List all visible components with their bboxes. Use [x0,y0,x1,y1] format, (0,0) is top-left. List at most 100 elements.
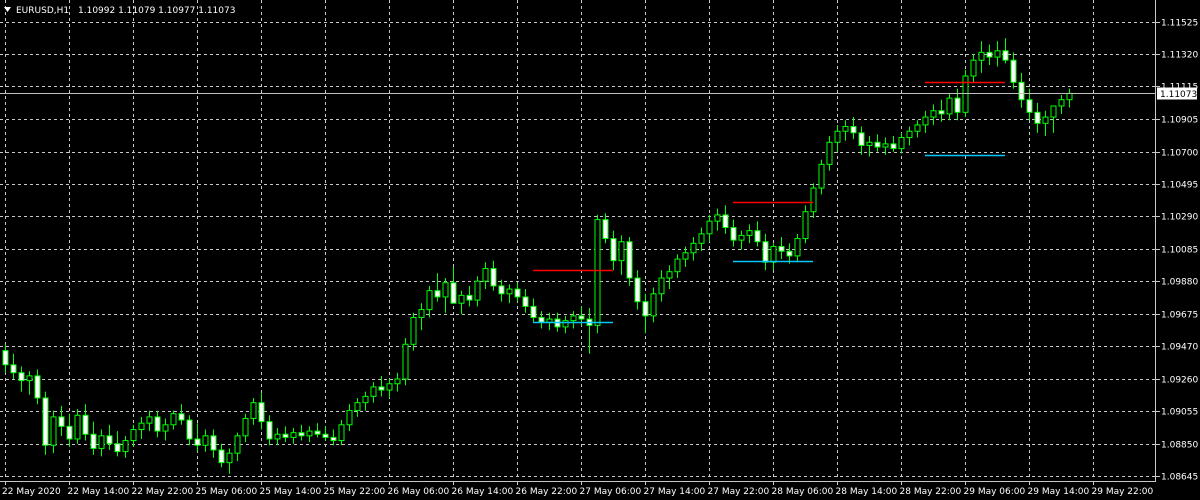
candle-body-bull [946,97,953,115]
candle-body-bear [522,296,529,307]
price-tick-label: 1.11320 [1161,51,1198,61]
candle-body-bear [642,301,649,317]
time-tick-label: 25 May 06:00 [196,487,258,497]
candle-body-bull [226,452,233,464]
time-tick-label: 29 May 06:00 [964,487,1026,497]
candle-body-bear [194,438,201,446]
time-tick-label: 29 May 14:00 [1028,487,1090,497]
candle-body-bull [866,141,873,146]
candle-body-bull [242,417,249,437]
candle-body-bear [578,315,585,320]
candle-body-bull [962,75,969,113]
candle-body-bull [834,130,841,143]
candle-body-bull [562,320,569,328]
candle-body-bull [250,402,257,419]
time-tick-label: 28 May 22:00 [900,487,962,497]
candle-body-bear [66,425,73,440]
candle-body-bear [954,97,961,113]
candle-body-bull [922,116,929,126]
current-price-label: 1.11073 [1160,90,1197,100]
candle-body-bear [434,290,441,298]
time-tick-label: 26 May 22:00 [516,487,578,497]
candle-body-bull [698,233,705,244]
candle-body-bear [538,316,545,323]
candle-body-bear [498,285,505,295]
candle-body-bear [858,132,865,146]
candle-body-bull [826,141,833,165]
candle-body-bear [1026,99,1033,113]
candle-body-bull [482,268,489,282]
candle-body-bull [138,422,145,431]
candle-body-bear [762,241,769,263]
candle-body-bear [106,435,113,445]
candle-body-bear [450,282,457,304]
price-chart[interactable]: 1.115251.113201.111151.109051.107001.104… [0,0,1200,500]
candle-body-bear [602,219,609,240]
price-tick-label: 1.09470 [1161,343,1198,353]
candle-body-bull [162,424,169,432]
time-tick-label: 27 May 14:00 [644,487,706,497]
candle-body-bull [802,211,809,240]
candle-body-bear [322,433,329,438]
candle-body-bull [346,410,353,426]
candle-body-bear [786,250,793,257]
candle-body-bear [514,288,521,298]
candle-body-bull [690,242,697,254]
candle-body-bull [370,386,377,397]
candle-body-bull [898,137,905,150]
candle-body-bull [442,282,449,298]
price-tick-label: 1.08850 [1161,441,1198,451]
candle-body-bear [378,386,385,391]
time-tick-label: 22 May 2020 [2,487,61,497]
candle-body-bull [842,126,849,132]
candle [402,337,409,386]
candle-body-bull [618,241,625,262]
price-tick-label: 1.09055 [1161,408,1198,418]
candle-body-bull [234,435,241,454]
candle-body-bear [34,375,41,399]
candle-body-bear [1034,111,1041,124]
candle-body-bear [186,419,193,440]
candle-body-bull [122,440,129,453]
candle-body-bear [466,294,473,301]
candle-body-bull [306,430,313,437]
candle-body-bull [394,378,401,385]
ohlc-values: 1.10992 1.11079 1.10977 1.11073 [78,6,235,16]
candle-body-bear [530,305,537,318]
candle-body-bull [706,220,713,235]
candle-body-bull [1066,92,1073,101]
candle-body-bull [930,110,937,118]
price-tick-label: 1.09675 [1161,311,1198,321]
candle-body-bull [1050,105,1057,118]
candle-body-bear [986,51,993,58]
candle-body-bull [338,424,345,442]
chart-header: EURUSD,H1 1.10992 1.11079 1.10977 1.1107… [4,6,235,16]
time-tick-label: 25 May 14:00 [260,487,322,497]
candle-body-bear [90,433,97,449]
price-tick-label: 1.10700 [1161,149,1198,159]
time-tick-label: 29 May 22:00 [1092,487,1154,497]
candle-body-bull [978,51,985,61]
candle-body-bull [402,343,409,380]
candle-body-bull [906,130,913,139]
candle-body-bear [330,436,337,442]
candle-body-bear [154,416,161,432]
candle-body-bull [914,124,921,132]
candle [42,391,49,455]
price-tick-label: 1.10085 [1161,246,1198,256]
candle-body-bull [570,315,577,322]
price-tick-label: 1.11525 [1161,19,1198,29]
candle-body-bull [26,375,33,382]
candle-body-bull [146,416,153,424]
candle-body-bear [634,277,641,303]
candle-body-bear [874,141,881,148]
price-tick-label: 1.10495 [1161,181,1198,191]
candle-body-bull [458,294,465,304]
symbol-label: EURUSD,H1 [16,6,69,16]
price-tick-label: 1.09260 [1161,376,1198,386]
candle-body-bull [362,395,369,404]
candle-body-bear [754,230,761,243]
candle-body-bear [938,110,945,115]
candle-body-bull [130,429,137,442]
candle-body-bear [778,245,785,252]
